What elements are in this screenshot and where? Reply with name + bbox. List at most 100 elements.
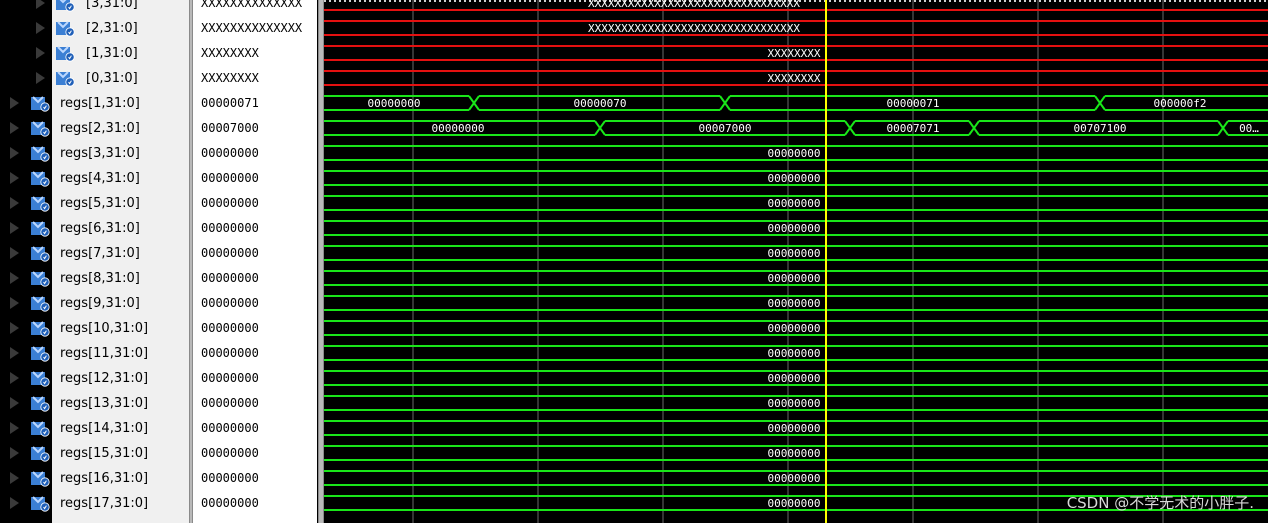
signal-name: regs[1,31:0]	[60, 96, 140, 111]
expand-arrow-icon[interactable]	[10, 247, 19, 259]
signal-value: 00000000	[201, 396, 259, 410]
watermark: CSDN @不学无术的小胖子.	[1066, 494, 1254, 512]
expand-arrow-icon[interactable]	[10, 122, 19, 134]
signal-row[interactable]: regs[15,31:0]	[0, 441, 189, 466]
signal-row[interactable]: regs[5,31:0]	[0, 191, 189, 216]
signal-value-row: 00000000	[193, 341, 317, 366]
wave-value-label: XXXXXXXX	[768, 47, 821, 60]
expand-arrow-icon[interactable]	[10, 372, 19, 384]
wave-value-label: 00000000	[768, 422, 821, 435]
signal-value-row: 00007000	[193, 116, 317, 141]
expand-arrow-icon[interactable]	[10, 197, 19, 209]
signal-value-row: XXXXXXXXXXXXXX	[193, 0, 317, 16]
signal-row[interactable]: regs[11,31:0]	[0, 341, 189, 366]
signal-row[interactable]: regs[4,31:0]	[0, 166, 189, 191]
signal-row[interactable]: [2,31:0]	[0, 16, 189, 41]
wave-value-label: 00000000	[768, 297, 821, 310]
wave-value-label: 00000000	[768, 322, 821, 335]
signal-name: regs[8,31:0]	[60, 271, 140, 286]
wave-value-label: 00007071	[887, 122, 940, 135]
waveform-panel[interactable]: XXXXXXXXXXXXXXXXXXXXXXXXXXXXXXXX XXXXXXXX…	[324, 0, 1268, 523]
bus-signal-icon	[31, 446, 50, 462]
bus-signal-icon	[31, 396, 50, 412]
wave-value-label: 00000000	[768, 222, 821, 235]
signal-value-row: 00000000	[193, 441, 317, 466]
signal-value: 00000000	[201, 296, 259, 310]
signal-value-row: 00000000	[193, 316, 317, 341]
signal-value: 00000071	[201, 96, 259, 110]
signal-value-panel: XXXXXXXXXXXXXX XXXXXXXXXXXXXX XXXXXXXX XXXX…	[193, 0, 317, 523]
wave-value-label: 00707100	[1074, 122, 1127, 135]
signal-row[interactable]: regs[14,31:0]	[0, 416, 189, 441]
signal-name: regs[2,31:0]	[60, 121, 140, 136]
bus-signal-icon	[31, 496, 50, 512]
signal-row[interactable]: regs[13,31:0]	[0, 391, 189, 416]
signal-row[interactable]: regs[7,31:0]	[0, 241, 189, 266]
expand-arrow-icon[interactable]	[10, 322, 19, 334]
signal-row[interactable]: regs[17,31:0]	[0, 491, 189, 516]
expand-arrow-icon[interactable]	[10, 447, 19, 459]
expand-arrow-icon[interactable]	[10, 222, 19, 234]
expand-arrow-icon[interactable]	[36, 72, 45, 84]
expand-arrow-icon[interactable]	[10, 397, 19, 409]
expand-arrow-icon[interactable]	[10, 297, 19, 309]
wave-value-label: 00000000	[768, 447, 821, 460]
signal-value-row: XXXXXXXX	[193, 41, 317, 66]
signal-row[interactable]: regs[1,31:0]	[0, 91, 189, 116]
wave-transition	[1094, 95, 1106, 111]
signal-value: 00000000	[201, 221, 259, 235]
expand-arrow-icon[interactable]	[10, 472, 19, 484]
signal-row[interactable]: [0,31:0]	[0, 66, 189, 91]
signal-value-row: 00000071	[193, 91, 317, 116]
signal-value: 00000000	[201, 346, 259, 360]
signal-value: 00000000	[201, 196, 259, 210]
expand-arrow-icon[interactable]	[10, 147, 19, 159]
expand-arrow-icon[interactable]	[36, 47, 45, 59]
signal-row[interactable]: regs[6,31:0]	[0, 216, 189, 241]
bus-signal-icon	[31, 171, 50, 187]
wave-value-label: 00000000	[768, 147, 821, 160]
signal-row[interactable]: [3,31:0]	[0, 0, 189, 16]
signal-value-row: 00000000	[193, 266, 317, 291]
wave-value-label: XXXXXXXXXXXXXXXXXXXXXXXXXXXXXXXX	[588, 0, 800, 10]
bus-signal-icon	[31, 321, 50, 337]
signal-row[interactable]: [1,31:0]	[0, 41, 189, 66]
signal-name: regs[3,31:0]	[60, 146, 140, 161]
wave-value-label: 00000000	[768, 197, 821, 210]
bus-signal-icon	[31, 196, 50, 212]
wave-value-label: 00000000	[768, 472, 821, 485]
signal-row[interactable]: regs[3,31:0]	[0, 141, 189, 166]
expand-arrow-icon[interactable]	[10, 172, 19, 184]
bus-signal-icon	[56, 46, 75, 62]
wave-value-label: 00007000	[699, 122, 752, 135]
waveform-canvas[interactable]: XXXXXXXXXXXXXXXXXXXXXXXXXXXXXXXXXXXXXXXX…	[324, 0, 1268, 523]
wave-value-label: 00000000	[368, 97, 421, 110]
wave-value-label: 00000000	[768, 172, 821, 185]
signal-value-row: XXXXXXXXXXXXXX	[193, 16, 317, 41]
signal-name: regs[12,31:0]	[60, 371, 149, 386]
signal-value-row: 00000000	[193, 391, 317, 416]
wave-value-label: 00000000	[768, 272, 821, 285]
expand-arrow-icon[interactable]	[36, 22, 45, 34]
signal-row[interactable]: regs[10,31:0]	[0, 316, 189, 341]
signal-row[interactable]: regs[2,31:0]	[0, 116, 189, 141]
signal-value: 00000000	[201, 171, 259, 185]
wave-value-label: XXXXXXXX	[768, 72, 821, 85]
wave-transition	[719, 95, 731, 111]
expand-arrow-icon[interactable]	[10, 97, 19, 109]
signal-value-row: 00000000	[193, 291, 317, 316]
wave-value-label: 00000000	[768, 397, 821, 410]
signal-row[interactable]: regs[8,31:0]	[0, 266, 189, 291]
signal-row[interactable]: regs[12,31:0]	[0, 366, 189, 391]
expand-arrow-icon[interactable]	[10, 272, 19, 284]
expand-arrow-icon[interactable]	[10, 347, 19, 359]
wave-value-label: 00…	[1239, 122, 1259, 135]
expand-arrow-icon[interactable]	[10, 422, 19, 434]
expand-arrow-icon[interactable]	[36, 0, 45, 9]
signal-row[interactable]: regs[16,31:0]	[0, 466, 189, 491]
signal-name: regs[4,31:0]	[60, 171, 140, 186]
signal-row[interactable]: regs[9,31:0]	[0, 291, 189, 316]
wave-transition	[968, 120, 980, 136]
expand-arrow-icon[interactable]	[10, 497, 19, 509]
signal-value: 00000000	[201, 371, 259, 385]
